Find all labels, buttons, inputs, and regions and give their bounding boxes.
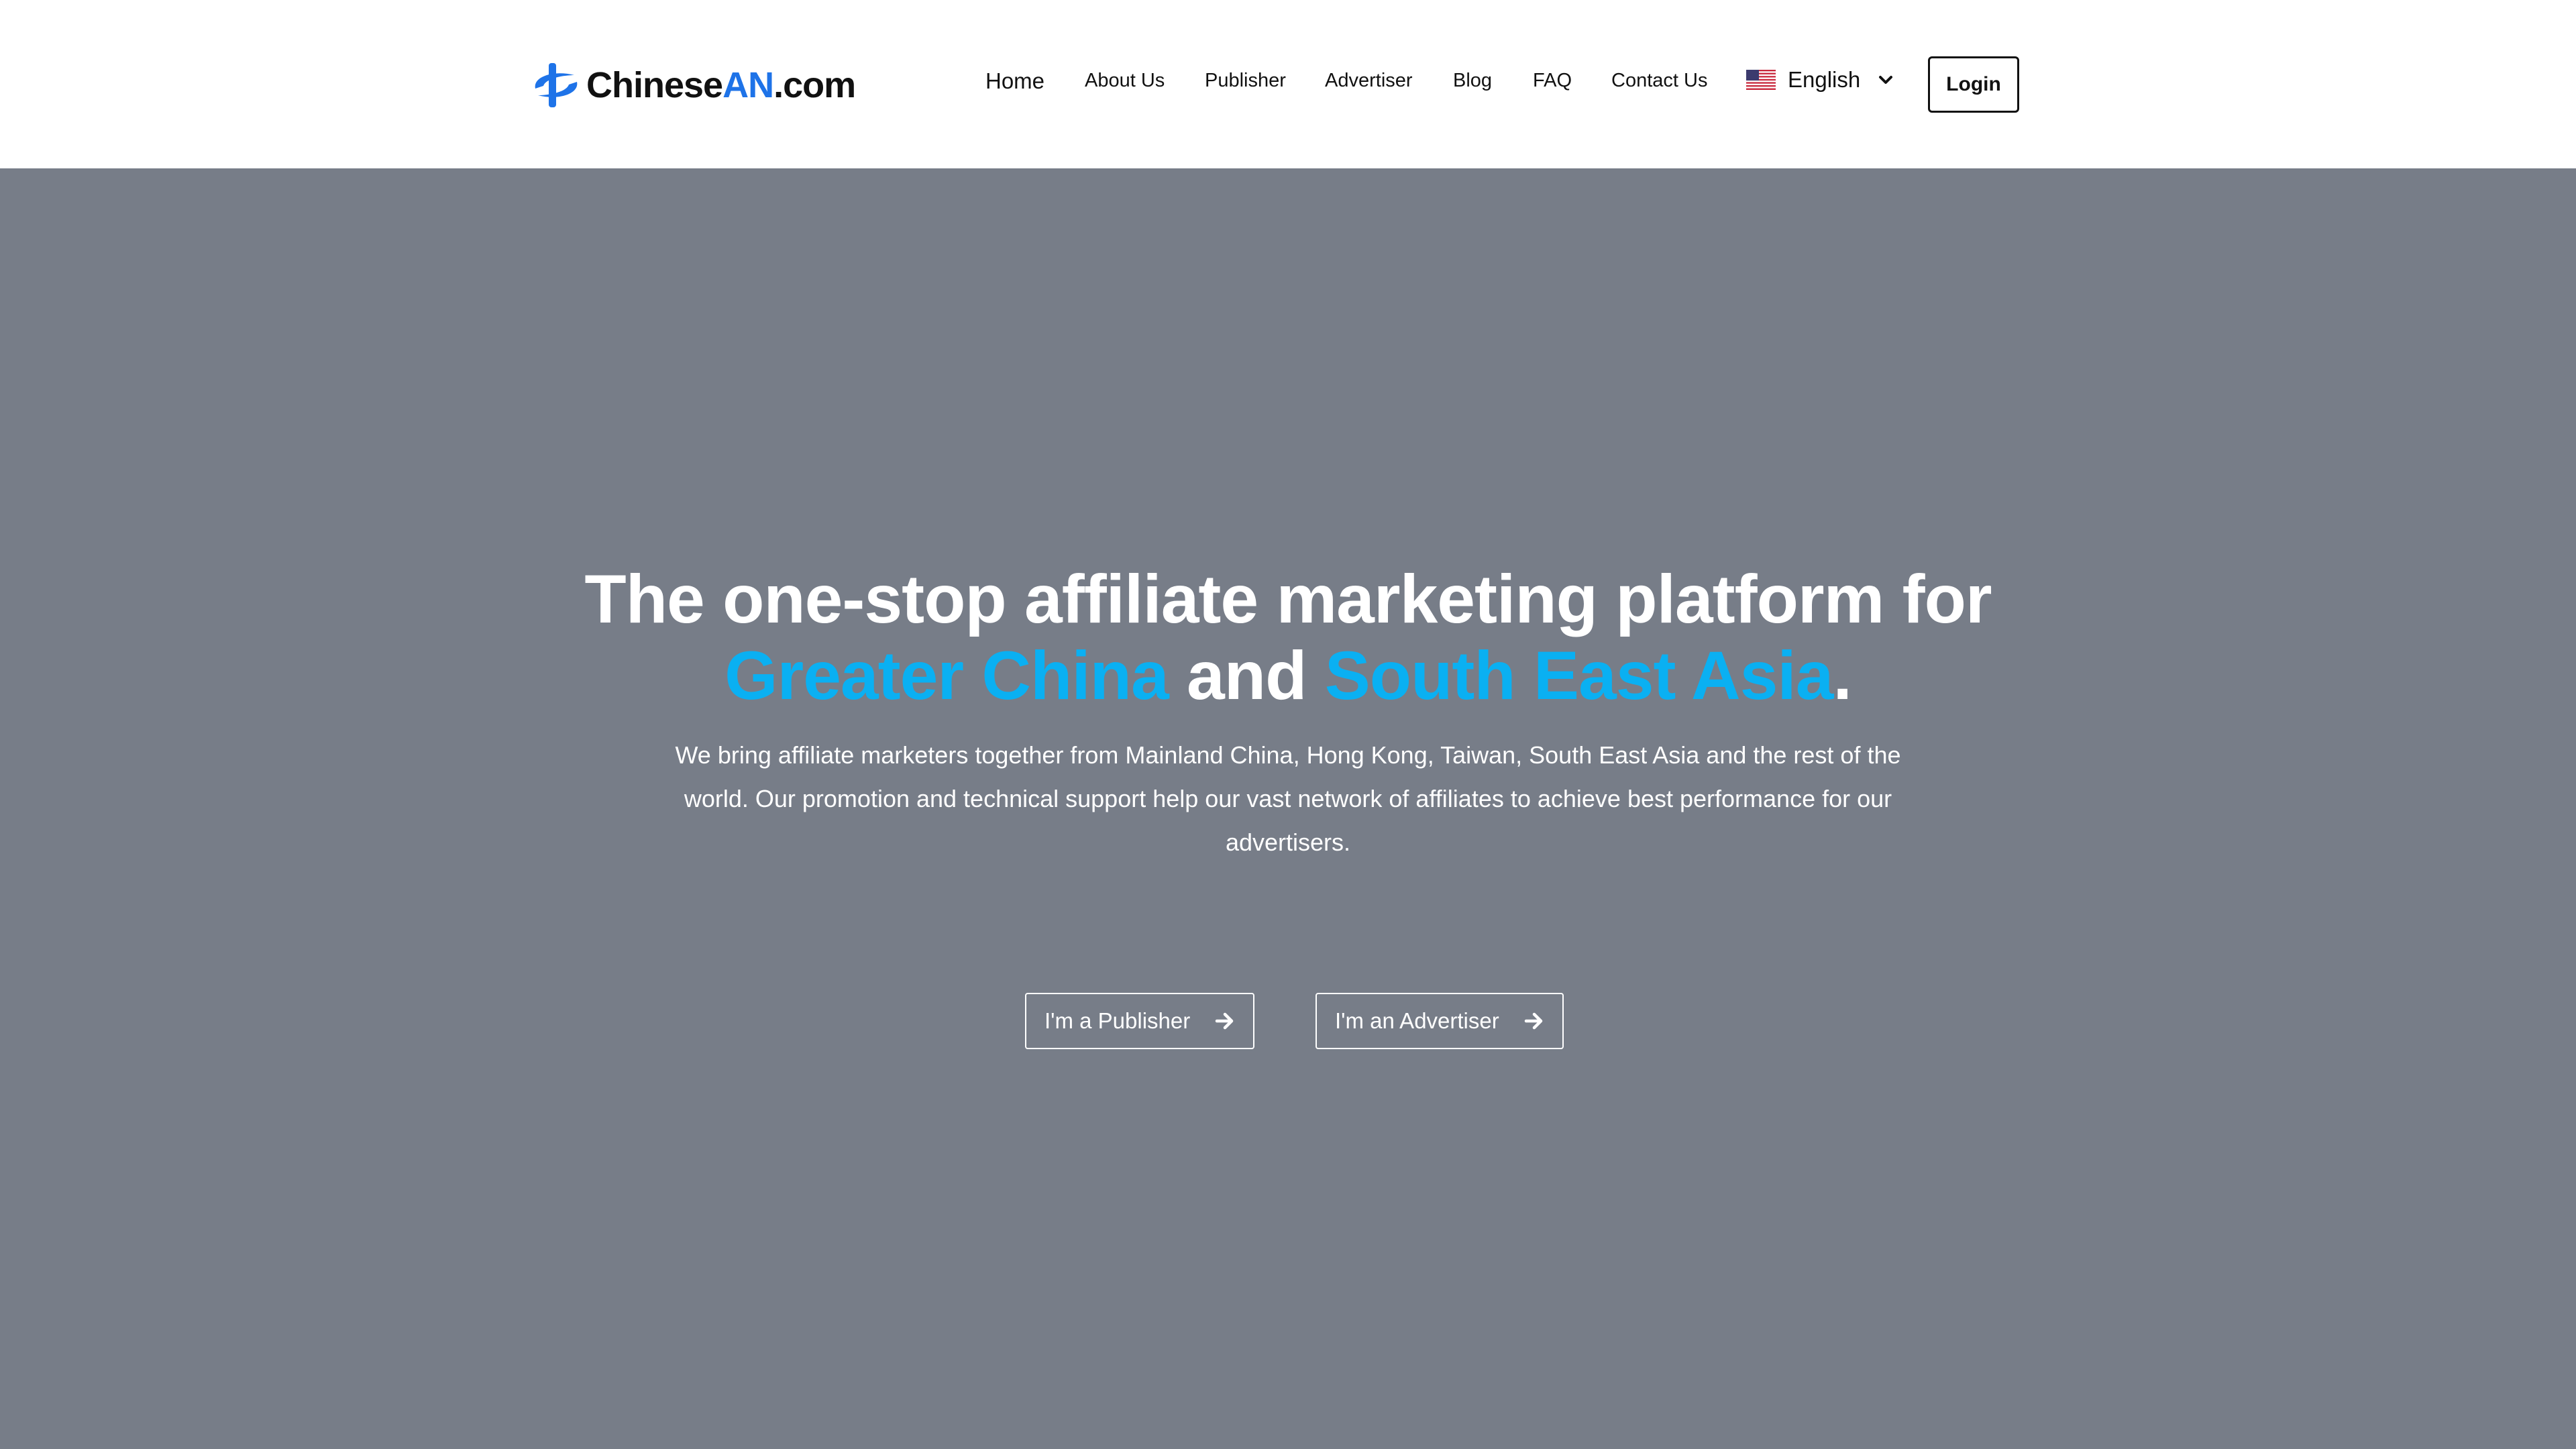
nav-blog[interactable]: Blog	[1453, 70, 1492, 92]
hero-description: We bring affiliate marketers together fr…	[675, 741, 1901, 856]
language-label: English	[1788, 67, 1861, 92]
arrow-right-icon	[1524, 1012, 1542, 1030]
headline-highlight-south-east-asia: South East Asia	[1324, 637, 1834, 714]
nav-faq[interactable]: FAQ	[1533, 70, 1572, 92]
nav-advertiser[interactable]: Advertiser	[1325, 70, 1413, 92]
arrow-right-icon	[1215, 1012, 1234, 1030]
publisher-cta-label: I'm a Publisher	[1044, 1008, 1191, 1033]
headline-line-1: The one-stop affiliate marketing platfor…	[584, 561, 1992, 637]
nav-publisher[interactable]: Publisher	[1205, 70, 1286, 92]
nav-contact-us[interactable]: Contact Us	[1611, 70, 1707, 92]
hero-section: The one-stop affiliate marketing platfor…	[0, 168, 2576, 1449]
site-logo[interactable]: ChineseAN.com	[531, 62, 856, 109]
headline-highlight-greater-china: Greater China	[724, 637, 1169, 714]
nav-about-us[interactable]: About Us	[1085, 70, 1165, 92]
advertiser-cta-button[interactable]: I'm an Advertiser	[1316, 993, 1564, 1049]
logo-text-suffix: .com	[773, 65, 856, 105]
language-selector[interactable]: English	[1746, 67, 1894, 93]
nav-home[interactable]: Home	[985, 68, 1044, 94]
logo-text: ChineseAN.com	[586, 64, 856, 106]
chinesean-logo-icon	[535, 63, 578, 107]
headline-period: .	[1833, 637, 1851, 714]
us-flag-icon	[1746, 70, 1776, 90]
advertiser-cta-label: I'm an Advertiser	[1335, 1008, 1499, 1033]
logo-text-accent: AN	[722, 65, 774, 105]
login-button[interactable]: Login	[1928, 56, 2019, 113]
publisher-cta-button[interactable]: I'm a Publisher	[1025, 993, 1255, 1049]
hero-headline: The one-stop affiliate marketing platfor…	[0, 561, 2576, 714]
logo-text-main: Chinese	[586, 65, 723, 105]
headline-and: and	[1168, 637, 1325, 714]
chevron-down-icon	[1879, 76, 1893, 84]
site-header: ChineseAN.com Home About Us Publisher Ad…	[0, 0, 2576, 168]
